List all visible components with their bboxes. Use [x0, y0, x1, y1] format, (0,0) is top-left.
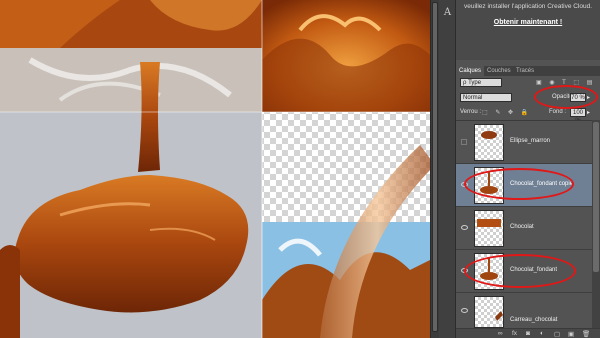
canvas-artwork [0, 0, 430, 338]
blend-mode-dropdown[interactable]: Normal [460, 93, 512, 102]
cloud-message-text: veuillez installer l'application Creativ… [463, 3, 593, 10]
layer-row-ellipse-marron[interactable]: Ellipse_marron [456, 121, 592, 164]
visibility-toggle[interactable] [461, 139, 467, 145]
link-layers-icon[interactable]: ∞ [498, 330, 503, 337]
tab-paths[interactable]: Tracés [513, 66, 537, 76]
layer-name[interactable]: Carreau_chocolat [510, 317, 557, 323]
canvas-scroll-thumb[interactable] [432, 2, 438, 332]
layer-thumbnail [474, 253, 504, 290]
layer-name[interactable]: Chocolat [510, 224, 534, 230]
layer-scroll-thumb[interactable] [593, 122, 599, 272]
fill-slider-toggle[interactable]: ▸ [587, 109, 590, 116]
add-mask-icon[interactable]: ◙ [526, 330, 530, 337]
panel-tabs: Calques Couches Tracés [456, 66, 600, 76]
photoshop-window: A veuillez installer l'application Creat… [0, 0, 600, 338]
eye-icon[interactable] [461, 225, 468, 230]
layer-list: Ellipse_marron Chocolat_fondant copie Ch… [456, 120, 592, 329]
layers-panel: veuillez installer l'application Creativ… [456, 0, 600, 338]
blend-row: Normal Opacité : 70 % ▸ [458, 93, 598, 103]
transparent-band [0, 48, 262, 112]
new-layer-icon[interactable]: ▣ [568, 330, 574, 338]
layer-thumbnail [474, 296, 504, 328]
trash-icon[interactable]: 🗑 [582, 330, 590, 338]
layer-thumbnail [474, 210, 504, 247]
opacity-field[interactable]: 70 % [570, 93, 586, 102]
layer-row-chocolat-fondant[interactable]: Chocolat_fondant [456, 250, 592, 293]
layers-footer: ∞ fx ◙ ◐ ▢ ▣ 🗑 [456, 328, 600, 338]
layer-name[interactable]: Chocolat_fondant [510, 267, 557, 273]
adjustment-layer-icon[interactable]: ◐ [540, 330, 544, 337]
opacity-slider-toggle[interactable]: ▸ [587, 94, 590, 101]
fx-icon[interactable]: fx [512, 330, 517, 337]
creative-cloud-message: veuillez installer l'application Creativ… [456, 0, 600, 60]
filter-type-dropdown[interactable]: ρ Type [460, 78, 502, 87]
layer-row-carreau-chocolat[interactable]: Carreau_chocolat [456, 293, 592, 329]
layer-name[interactable]: Ellipse_marron [510, 138, 550, 144]
layer-name[interactable]: Chocolat_fondant copie [510, 181, 573, 187]
tab-layers[interactable]: Calques [456, 66, 485, 76]
fill-field[interactable]: 100 % [570, 108, 586, 124]
canvas-vertical-scrollbar[interactable] [430, 0, 439, 338]
layer-filter-row: ρ Type ▣ ◉ T ⬚ ▤ [458, 78, 598, 88]
get-it-now-link[interactable]: Obtenir maintenant ! [456, 19, 600, 27]
character-icon[interactable]: A [441, 6, 454, 19]
lock-icons[interactable]: ⬚ ✎ ✥ 🔒 [482, 109, 531, 116]
document-canvas[interactable] [0, 0, 430, 338]
layer-list-scrollbar[interactable] [592, 120, 600, 328]
layer-row-chocolat-fondant-copie[interactable]: Chocolat_fondant copie [456, 164, 592, 207]
layer-row-chocolat[interactable]: Chocolat [456, 207, 592, 250]
fill-label: Fond : [549, 109, 567, 115]
lock-row: Verrou : ⬚ ✎ ✥ 🔒 Fond : 100 % ▸ [458, 108, 598, 124]
eye-icon[interactable] [461, 182, 468, 187]
layer-thumbnail [474, 124, 504, 161]
tab-channels[interactable]: Couches [484, 66, 514, 76]
panel-dock-strip: A [439, 0, 456, 338]
filter-icons[interactable]: ▣ ◉ T ⬚ ▤ [536, 79, 595, 86]
lock-label: Verrou : [460, 109, 482, 115]
layer-thumbnail [474, 167, 504, 204]
eye-icon[interactable] [461, 308, 468, 313]
new-group-icon[interactable]: ▢ [554, 330, 560, 338]
eye-icon[interactable] [461, 268, 468, 273]
